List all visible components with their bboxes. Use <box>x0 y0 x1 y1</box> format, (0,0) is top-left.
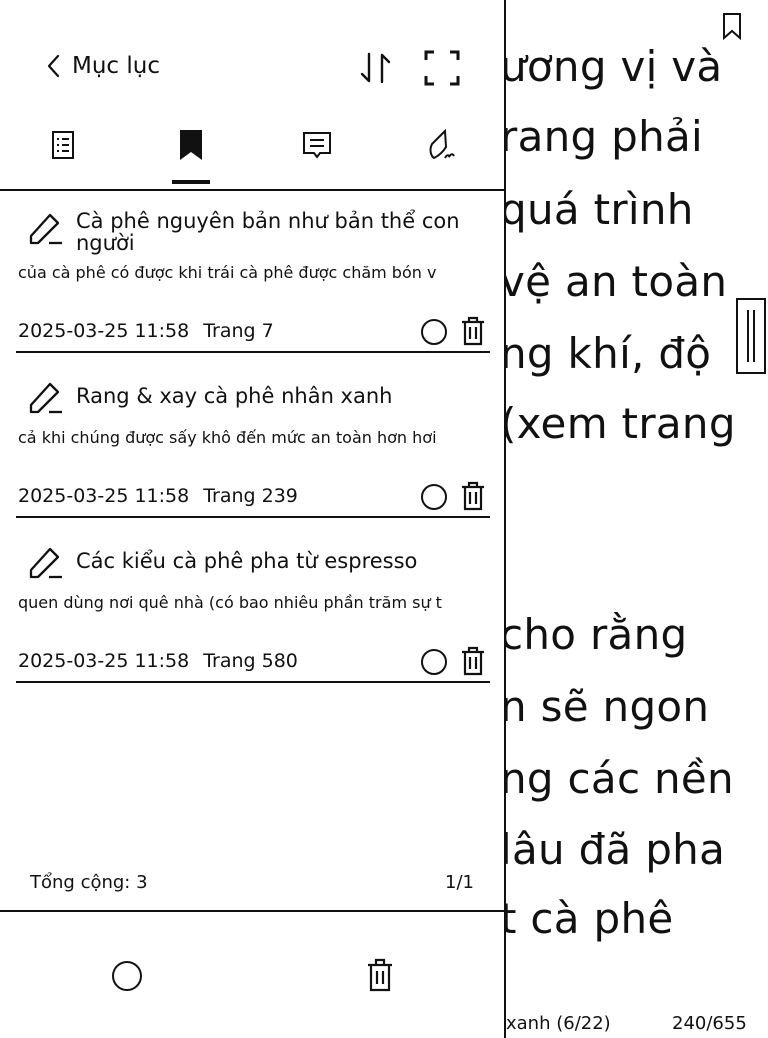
reader-line: quá trình <box>500 185 694 234</box>
tab-bookmarks[interactable] <box>161 128 221 188</box>
bookmark-page: Trang 7 <box>203 320 274 342</box>
divider <box>0 189 506 191</box>
page-scroll-handle[interactable] <box>736 298 766 374</box>
trash-icon[interactable] <box>460 646 486 676</box>
toc-icon <box>52 131 74 159</box>
panel-tabs <box>0 128 506 188</box>
bookmark-meta: 2025-03-25 11:58 Trang 7 <box>18 320 274 342</box>
bookmark-excerpt: quen dùng nơi quê nhà (có bao nhiêu phần… <box>18 593 442 612</box>
tab-toc[interactable] <box>33 128 93 188</box>
bookmark-date: 2025-03-25 11:58 <box>18 320 190 342</box>
back-label: Mục lục <box>72 53 160 79</box>
reader-line: (xem trang <box>500 399 736 448</box>
bookmark-panel: Mục lục Cà phê nguyên bản như bản thể co… <box>0 0 506 1038</box>
bookmark-icon <box>180 130 202 160</box>
bookmark-item[interactable]: Các kiểu cà phê pha từ espresso quen dùn… <box>0 536 506 686</box>
sort-button[interactable] <box>356 48 396 88</box>
divider <box>16 516 490 518</box>
bookmark-date: 2025-03-25 11:58 <box>18 485 190 507</box>
chapter-progress: xanh (6/22) <box>506 1013 611 1034</box>
back-button[interactable]: Mục lục <box>44 52 160 80</box>
reader-line: vệ an toàn <box>500 257 728 306</box>
bookmark-icon[interactable] <box>722 12 742 40</box>
reader-line: n sẽ ngon <box>500 682 710 731</box>
bookmark-item[interactable]: Rang & xay cà phê nhân xanh cả khi chúng… <box>0 371 506 521</box>
bookmark-title: Các kiểu cà phê pha từ espresso <box>76 549 418 573</box>
trash-icon[interactable] <box>460 316 486 346</box>
select-checkbox[interactable] <box>421 649 447 675</box>
page-number: 240/655 <box>672 1013 747 1034</box>
reader-line: t cà phê <box>500 894 674 943</box>
bookmark-date: 2025-03-25 11:58 <box>18 650 190 672</box>
divider <box>16 681 490 683</box>
panel-header: Mục lục <box>0 40 506 100</box>
select-all-button[interactable] <box>112 961 142 991</box>
bookmark-page: Trang 580 <box>203 650 298 672</box>
bookmark-title: Cà phê nguyên bản như bản thể con người <box>76 209 460 255</box>
page-indicator: 1/1 <box>445 872 474 893</box>
tab-notes[interactable] <box>287 128 347 188</box>
tab-handwriting[interactable] <box>412 128 472 188</box>
sort-icon <box>360 52 391 84</box>
reader-line: lâu đã pha <box>500 825 726 874</box>
delete-selected-icon[interactable] <box>366 958 394 992</box>
divider <box>16 351 490 353</box>
select-checkbox[interactable] <box>421 319 447 345</box>
bookmark-meta: 2025-03-25 11:58 Trang 239 <box>18 485 298 507</box>
bookmark-meta: 2025-03-25 11:58 Trang 580 <box>18 650 298 672</box>
fullscreen-icon <box>424 50 460 86</box>
reader-line: ương vị và <box>500 42 723 91</box>
edit-icon[interactable] <box>28 544 64 580</box>
edit-icon[interactable] <box>28 210 64 246</box>
handwriting-icon <box>429 128 455 160</box>
chevron-left-icon <box>47 54 60 78</box>
notes-icon <box>303 132 331 159</box>
bookmark-title: Rang & xay cà phê nhân xanh <box>76 384 393 408</box>
reader-line: cho rằng <box>500 610 688 659</box>
reader-line: rang phải <box>500 112 704 161</box>
bookmark-excerpt: cả khi chúng được sấy khô đến mức an toà… <box>18 428 437 447</box>
reader-line: ng khí, độ <box>500 329 712 378</box>
trash-icon[interactable] <box>460 481 486 511</box>
active-tab-indicator <box>172 180 210 184</box>
bookmark-item[interactable]: Cà phê nguyên bản như bản thể con người … <box>0 206 506 356</box>
reader-line: ng các nền <box>500 754 734 803</box>
divider <box>0 910 506 912</box>
fullscreen-button[interactable] <box>422 48 462 88</box>
bookmark-page: Trang 239 <box>203 485 298 507</box>
edit-icon[interactable] <box>28 379 64 415</box>
select-checkbox[interactable] <box>421 484 447 510</box>
bookmark-excerpt: của cà phê có được khi trái cà phê được … <box>18 263 437 282</box>
total-count: Tổng cộng: 3 <box>30 872 148 893</box>
